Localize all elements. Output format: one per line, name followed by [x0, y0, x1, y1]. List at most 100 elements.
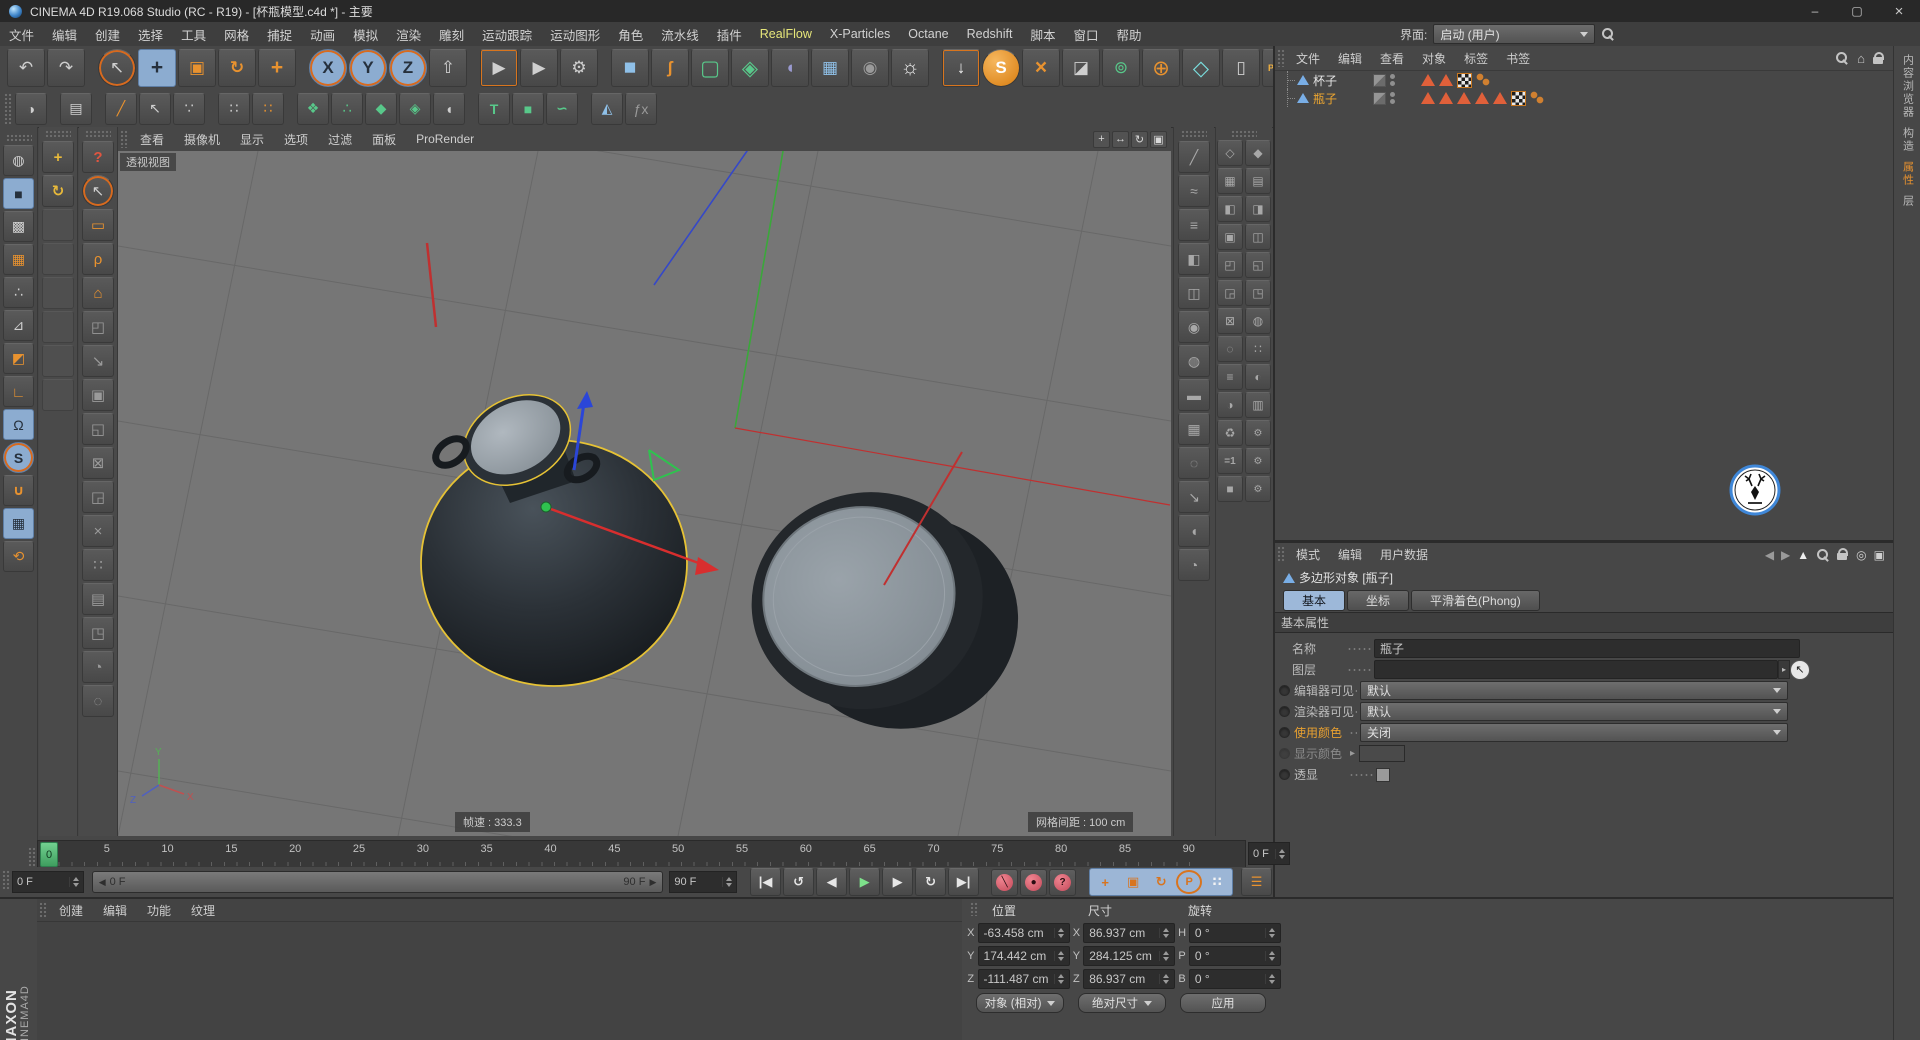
lock-icon[interactable] — [1837, 548, 1849, 561]
green-mesh-icon[interactable]: ◈ — [399, 93, 431, 125]
wire-sphere-icon[interactable]: ◍ — [1178, 345, 1210, 377]
rotate-tool-icon[interactable]: ↻ — [42, 175, 74, 207]
modeling-tool-icon[interactable]: ◳ — [82, 617, 114, 649]
recycle-icon[interactable]: ♻ — [1217, 420, 1243, 446]
render-door-icon[interactable]: ◪ — [1062, 49, 1100, 87]
spline-pen-icon[interactable]: ʃ — [651, 49, 689, 87]
home-icon[interactable]: ⌂ — [1857, 51, 1865, 66]
subdivision-surface-icon[interactable]: ▢ — [691, 49, 729, 87]
pan-view-icon[interactable]: + — [1093, 131, 1110, 148]
om-menu-item[interactable]: 对象 — [1413, 50, 1455, 67]
modeling-tool-icon[interactable]: × — [82, 515, 114, 547]
record-icon[interactable]: ● — [1020, 869, 1047, 896]
modeling-tool-icon[interactable]: ◱ — [82, 413, 114, 445]
menu-item[interactable]: 捕捉 — [258, 25, 301, 44]
toolbar-grip[interactable] — [1231, 130, 1257, 137]
empty-slot[interactable] — [42, 277, 74, 309]
rot-p-field[interactable]: 0 ° — [1189, 946, 1281, 966]
pos-x-field[interactable]: -63.458 cm — [978, 923, 1070, 943]
minimize-button[interactable]: – — [1794, 0, 1836, 22]
viewport-menu-item[interactable]: 选项 — [274, 131, 318, 148]
menu-item[interactable]: 角色 — [609, 25, 652, 44]
previous-frame-icon[interactable]: ◀ — [816, 868, 847, 896]
menu-item[interactable]: 模拟 — [344, 25, 387, 44]
points-mode-icon[interactable]: ∴ — [3, 277, 34, 308]
small-cube-icon[interactable]: ■ — [512, 93, 544, 125]
layer-pick-icon[interactable]: ↖ — [1790, 660, 1810, 680]
toolbar-grip[interactable] — [28, 847, 36, 867]
toolbar-grip[interactable] — [39, 902, 47, 918]
plugin-download-icon[interactable]: ↓ — [942, 49, 980, 87]
substance-icon[interactable]: S — [982, 49, 1020, 87]
tool-icon[interactable]: ⊠ — [1217, 308, 1243, 334]
empty-slot[interactable] — [42, 345, 74, 377]
dock-tab[interactable]: 构造 — [1900, 127, 1916, 153]
sculpt-wave-icon[interactable]: ≈ — [1178, 175, 1210, 207]
dock-tab[interactable]: 层 — [1900, 195, 1916, 208]
object-row-cup[interactable]: 杯子 — [1275, 71, 1895, 89]
menu-item[interactable]: 工具 — [172, 25, 215, 44]
polygon-selection-icon[interactable]: ⌂ — [82, 277, 114, 309]
arrow-up-icon[interactable]: ▲ — [1797, 548, 1809, 562]
tool-icon[interactable]: ◫ — [1245, 224, 1271, 250]
empty-slot[interactable] — [42, 311, 74, 343]
arrow-tool-icon[interactable]: ↘ — [1178, 481, 1210, 513]
timeline-ruler[interactable]: 051015202530354045505560657075808590 0 — [37, 840, 1246, 869]
vdb-mesher-icon[interactable]: ◇ — [1182, 49, 1220, 87]
modeling-tool-icon[interactable]: ▤ — [82, 583, 114, 615]
key-parameter-icon[interactable]: P — [1176, 870, 1202, 894]
om-menu-item[interactable]: 书签 — [1497, 50, 1539, 67]
fx-node-icon[interactable]: ƒx — [625, 93, 657, 125]
smooth-icon[interactable]: ◌ — [1178, 447, 1210, 479]
current-frame-field[interactable]: 0 F — [12, 871, 84, 893]
key-pla-icon[interactable]: ∷ — [1204, 870, 1230, 894]
make-editable-icon[interactable]: ◍ — [3, 145, 34, 176]
material-menu-item[interactable]: 编辑 — [93, 902, 137, 919]
material-menu-item[interactable]: 功能 — [137, 902, 181, 919]
tool-icon[interactable]: ∷ — [1245, 336, 1271, 362]
object-tag-icon[interactable] — [1475, 92, 1489, 104]
size-x-field[interactable]: 86.937 cm — [1083, 923, 1175, 943]
end-frame-field[interactable]: 90 F — [669, 871, 737, 893]
workplane-align-icon[interactable]: ⟲ — [3, 541, 34, 572]
undo-icon[interactable]: ↶ — [7, 49, 45, 87]
cube-edit-icon[interactable]: ◧ — [1178, 243, 1210, 275]
viewport-menu-item[interactable]: 查看 — [130, 131, 174, 148]
layer-toggle[interactable] — [1373, 74, 1386, 87]
selection-cage-icon[interactable]: ↖ — [139, 93, 171, 125]
empty-slot[interactable] — [42, 243, 74, 275]
stamp-icon[interactable]: ◉ — [1178, 311, 1210, 343]
render-settings-icon[interactable]: ⚙ — [560, 49, 598, 87]
poly-cluster-icon[interactable]: ❖ — [297, 93, 329, 125]
am-menu-item[interactable]: 模式 — [1287, 546, 1329, 563]
toolbar-grip[interactable] — [1277, 49, 1285, 67]
tool-icon[interactable]: ◆ — [1245, 140, 1271, 166]
camera-deformer-icon[interactable]: ◭ — [591, 93, 623, 125]
workplane-lock-icon[interactable]: ▦ — [3, 508, 34, 539]
object-tag-icon[interactable] — [1530, 91, 1545, 105]
target-icon[interactable]: ◎ — [1856, 548, 1866, 562]
last-tool-icon[interactable]: + — [258, 49, 296, 87]
tool-icon[interactable]: ◧ — [1217, 196, 1243, 222]
xparticles-icon[interactable]: × — [1022, 49, 1060, 87]
empty-slot[interactable] — [42, 209, 74, 241]
brush-icon[interactable]: ≡ — [1178, 209, 1210, 241]
toolbar-grip[interactable] — [1277, 546, 1285, 563]
material-menu-item[interactable]: 创建 — [49, 902, 93, 919]
model-mode-icon[interactable]: ■ — [3, 178, 34, 209]
attribute-tab[interactable]: 平滑着色(Phong) — [1411, 590, 1540, 611]
modeling-tool-icon[interactable]: ◌ — [82, 685, 114, 717]
record-icon[interactable]: ╲ — [991, 869, 1018, 896]
tool-icon[interactable]: ◳ — [1245, 280, 1271, 306]
tool-icon[interactable]: ≡ — [1217, 364, 1243, 390]
primitive-cube-icon[interactable]: ■ — [611, 49, 649, 87]
om-menu-item[interactable]: 文件 — [1287, 50, 1329, 67]
menu-item[interactable]: Redshift — [958, 27, 1022, 41]
key-radio[interactable] — [1279, 769, 1290, 780]
am-menu-item[interactable]: 用户数据 — [1371, 546, 1437, 563]
object-tag-icon[interactable] — [1493, 92, 1507, 104]
om-menu-item[interactable]: 编辑 — [1329, 50, 1371, 67]
viewport-menu-item[interactable]: ProRender — [406, 132, 484, 146]
menu-item[interactable]: RealFlow — [751, 27, 821, 41]
menu-item[interactable]: 运动图形 — [541, 25, 609, 44]
